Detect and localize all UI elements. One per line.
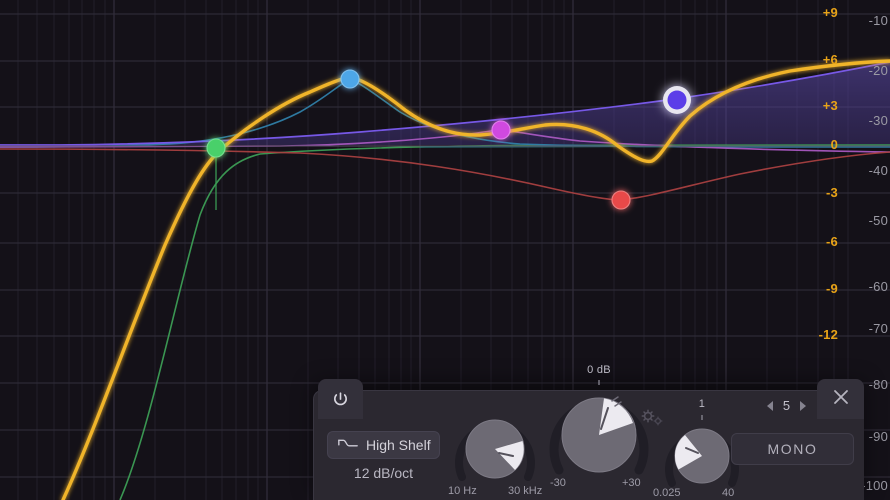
band-edit-panel: High Shelf 12 dB/oct 10 Hz 30 kHz 0 dB -… xyxy=(313,364,864,500)
gain-knob[interactable] xyxy=(546,387,652,483)
next-band-icon[interactable] xyxy=(800,400,806,411)
prev-band-icon[interactable] xyxy=(767,400,773,411)
filter-shape-label: High Shelf xyxy=(366,437,431,453)
high-shelf-icon xyxy=(337,436,359,455)
frequency-max-label: 30 kHz xyxy=(508,485,543,497)
q-knob[interactable] xyxy=(662,421,742,493)
power-icon xyxy=(332,391,349,408)
frequency-min-label: 10 Hz xyxy=(448,485,477,497)
gain-min-label: -30 xyxy=(550,477,566,489)
filter-shape-button[interactable]: High Shelf xyxy=(327,431,440,459)
band-navigator: 5 xyxy=(767,398,806,413)
band-node-3[interactable] xyxy=(491,120,511,140)
frequency-knob[interactable] xyxy=(452,411,538,487)
gain-knob-group: 0 dB -30 +30 xyxy=(546,364,652,489)
band-number-label: 5 xyxy=(782,398,791,413)
filter-slope-label[interactable]: 12 dB/oct xyxy=(327,465,440,481)
frequency-knob-group: 10 Hz 30 kHz xyxy=(448,411,542,497)
band-power-button[interactable] xyxy=(318,379,363,419)
q-knob-group: 1 0.025 40 xyxy=(653,398,742,499)
mono-button-label: MONO xyxy=(767,441,818,457)
band-node-2[interactable] xyxy=(340,69,360,89)
q-min-label: 0.025 xyxy=(653,487,681,499)
band-node-1[interactable] xyxy=(206,138,226,158)
close-panel-button[interactable] xyxy=(817,379,864,419)
band-node-4[interactable] xyxy=(611,190,631,210)
gain-max-label: +30 xyxy=(622,477,641,489)
q-max-label: 40 xyxy=(722,487,735,499)
eq-plugin-window: +9 +6 +3 0 -3 -6 -9 -12 -10 -20 -30 -40 … xyxy=(0,0,890,500)
mono-button[interactable]: MONO xyxy=(731,433,854,465)
band-node-5-selected[interactable] xyxy=(663,86,691,114)
gain-value-label: 0 dB xyxy=(587,364,611,376)
close-icon xyxy=(832,388,850,411)
q-value-label: 1 xyxy=(698,398,706,410)
